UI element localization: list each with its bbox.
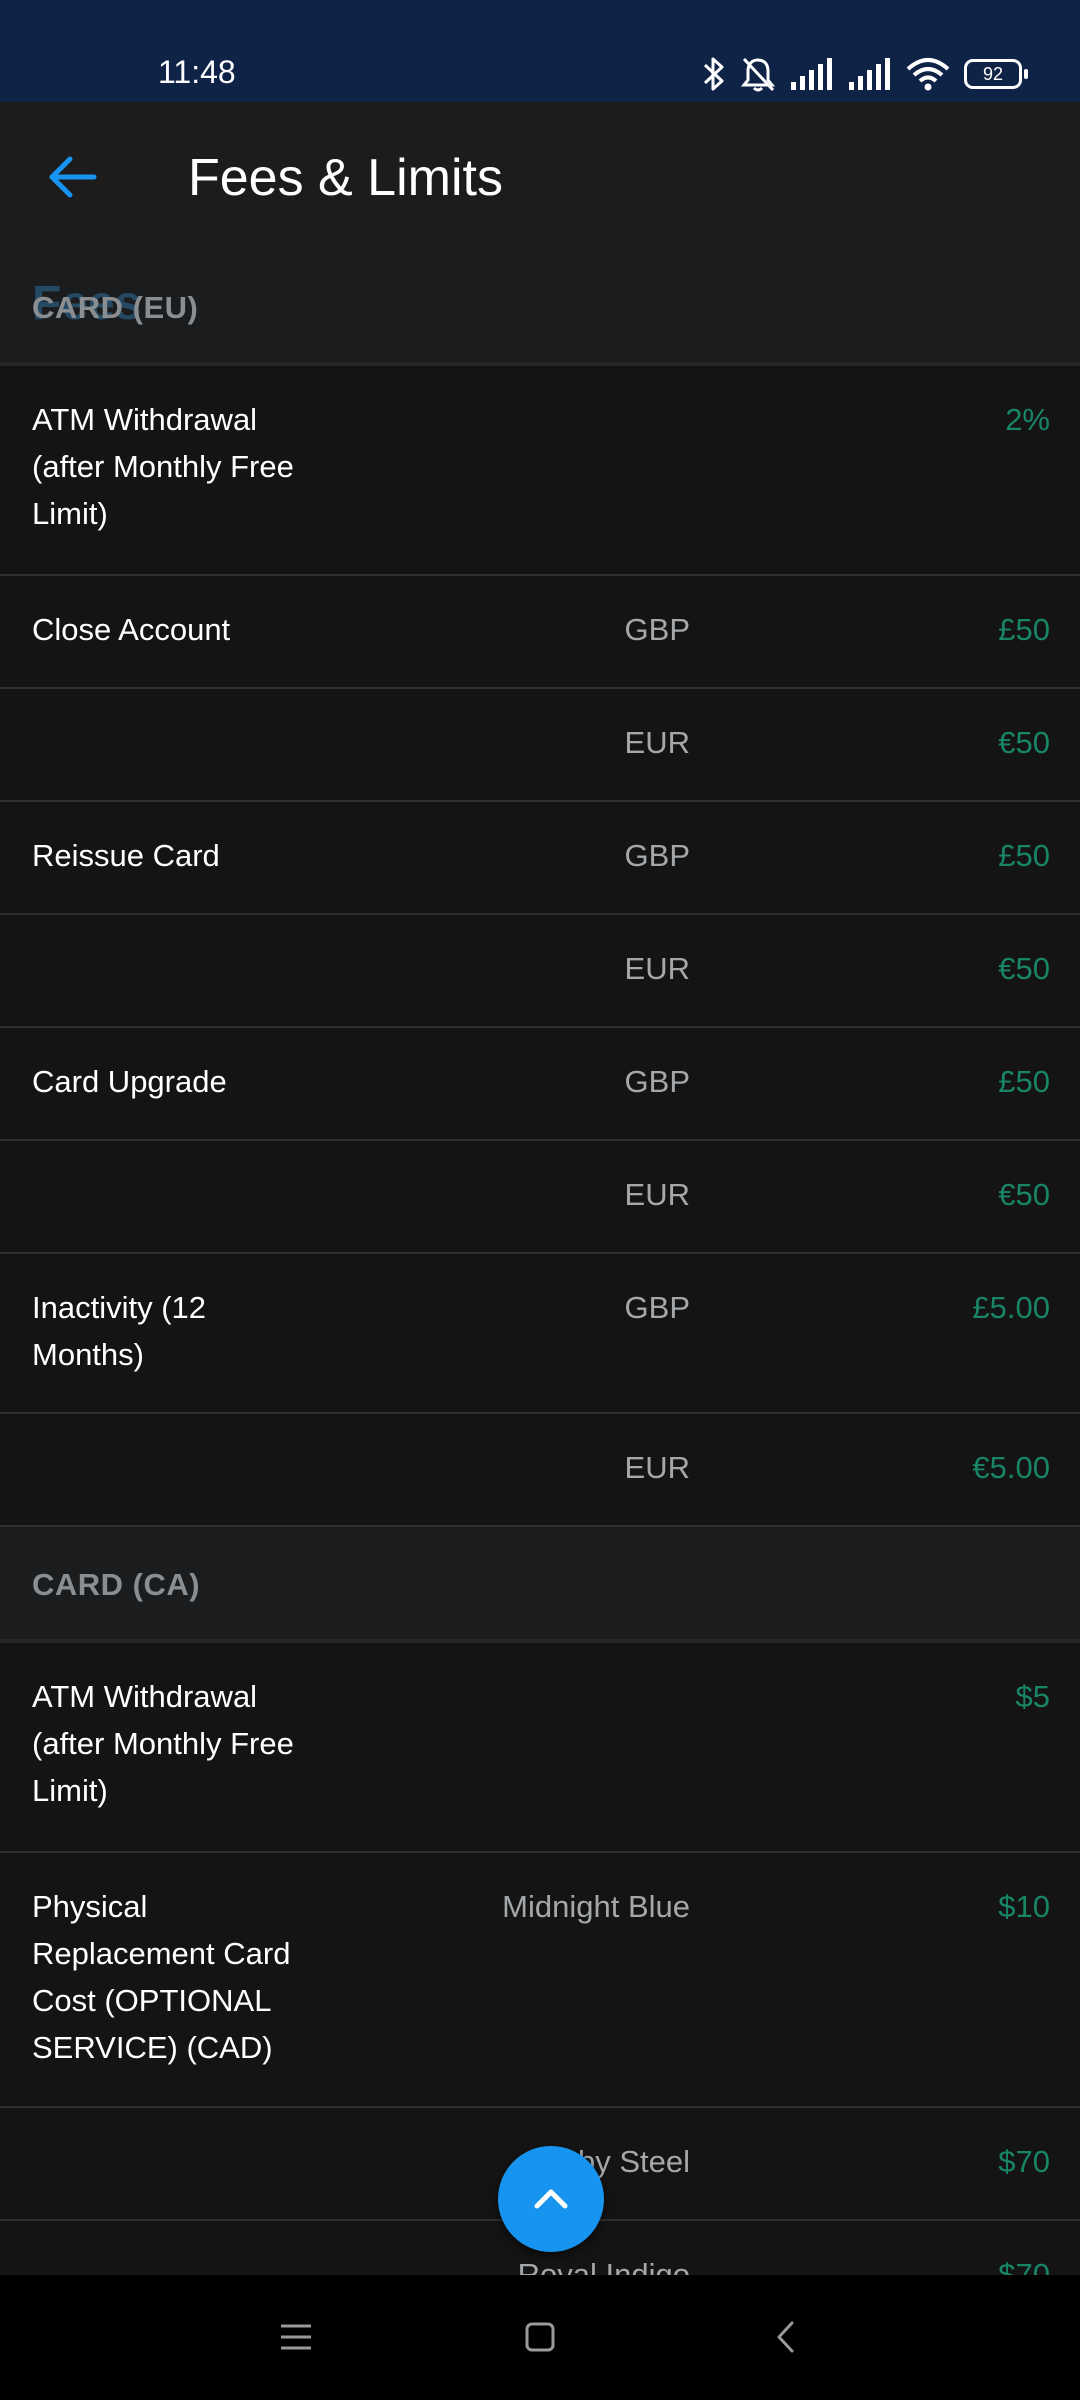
fee-label: ATM Withdrawal (after Monthly Free Limit… xyxy=(32,1679,294,1808)
fee-label: Card Upgrade xyxy=(32,1064,227,1099)
fee-row: EUR €50 xyxy=(0,1141,1080,1254)
fee-label: Close Account xyxy=(32,612,231,647)
status-icons: 92 xyxy=(702,52,1028,96)
recent-apps-button[interactable] xyxy=(264,2305,328,2369)
fee-value: £50 xyxy=(998,612,1050,647)
fee-row: EUR €50 xyxy=(0,915,1080,1028)
fee-currency: EUR xyxy=(624,725,690,760)
fee-currency: GBP xyxy=(624,612,690,647)
arrow-left-icon xyxy=(49,156,97,198)
fee-label: ATM Withdrawal (after Monthly Free Limit… xyxy=(32,402,294,531)
fee-value: £50 xyxy=(998,838,1050,873)
fees-list[interactable]: Fees CARD (EU) ATM Withdrawal (after Mon… xyxy=(0,250,1080,2275)
fee-row: Card Upgrade GBP £50 xyxy=(0,1028,1080,1141)
system-back-button[interactable] xyxy=(754,2305,818,2369)
status-time: 11:48 xyxy=(158,54,236,90)
battery-icon: 92 xyxy=(964,59,1028,89)
fee-value: €50 xyxy=(998,951,1050,986)
system-nav-bar xyxy=(0,2275,1080,2400)
back-button[interactable] xyxy=(40,144,106,210)
fee-value: £50 xyxy=(998,1064,1050,1099)
wifi-icon xyxy=(906,58,950,91)
home-icon xyxy=(525,2322,555,2352)
fee-value: $70 xyxy=(998,2257,1050,2275)
fee-label: Physical Replacement Card Cost (OPTIONAL… xyxy=(32,1889,291,2065)
fee-row: Physical Replacement Card Cost (OPTIONAL… xyxy=(0,1853,1080,2108)
fee-currency: GBP xyxy=(624,838,690,873)
fee-currency: Midnight Blue xyxy=(502,1889,690,1924)
back-icon xyxy=(777,2321,794,2353)
fee-row: Close Account GBP £50 xyxy=(0,576,1080,689)
chevron-up-icon xyxy=(534,2189,568,2209)
app-bar: Fees & Limits xyxy=(0,102,1080,250)
fee-label: Inactivity (12 Months) xyxy=(32,1290,207,1372)
status-bar: 11:48 92 xyxy=(0,0,1080,102)
signal-icon xyxy=(791,58,832,90)
page-title: Fees & Limits xyxy=(188,149,503,207)
fee-currency: Royal Indigo xyxy=(517,2257,690,2275)
fee-value: 2% xyxy=(1005,402,1050,437)
fee-row: Reissue Card GBP £50 xyxy=(0,802,1080,915)
section-header: Fees CARD (EU) xyxy=(0,250,1080,366)
fee-currency: GBP xyxy=(624,1064,690,1099)
fee-row: ATM Withdrawal (after Monthly Free Limit… xyxy=(0,366,1080,576)
fee-row: ATM Withdrawal (after Monthly Free Limit… xyxy=(0,1643,1080,1853)
fee-value: $70 xyxy=(998,2144,1050,2179)
fee-row: EUR €5.00 xyxy=(0,1414,1080,1527)
scroll-to-top-button[interactable] xyxy=(498,2146,604,2252)
fee-currency: GBP xyxy=(624,1290,690,1325)
section-header: CARD (CA) xyxy=(0,1527,1080,1643)
fee-row: EUR €50 xyxy=(0,689,1080,802)
fee-currency: EUR xyxy=(624,1450,690,1485)
fee-currency: EUR xyxy=(624,1177,690,1212)
fee-value: €5.00 xyxy=(972,1450,1050,1485)
bluetooth-icon xyxy=(703,57,724,91)
fee-value: $5 xyxy=(1015,1679,1050,1714)
section-title: CARD (EU) xyxy=(32,290,199,325)
signal-icon xyxy=(849,58,890,90)
section-title: CARD (CA) xyxy=(32,1567,201,1602)
fee-value: £5.00 xyxy=(972,1290,1050,1325)
fee-value: €50 xyxy=(998,725,1050,760)
fee-row: Inactivity (12 Months) GBP £5.00 xyxy=(0,1254,1080,1414)
fee-label: Reissue Card xyxy=(32,838,220,873)
fee-currency: EUR xyxy=(624,951,690,986)
bell-off-icon xyxy=(740,57,776,92)
fee-value: €50 xyxy=(998,1177,1050,1212)
home-button[interactable] xyxy=(508,2305,572,2369)
fee-value: $10 xyxy=(998,1889,1050,1924)
menu-icon xyxy=(281,2324,311,2350)
